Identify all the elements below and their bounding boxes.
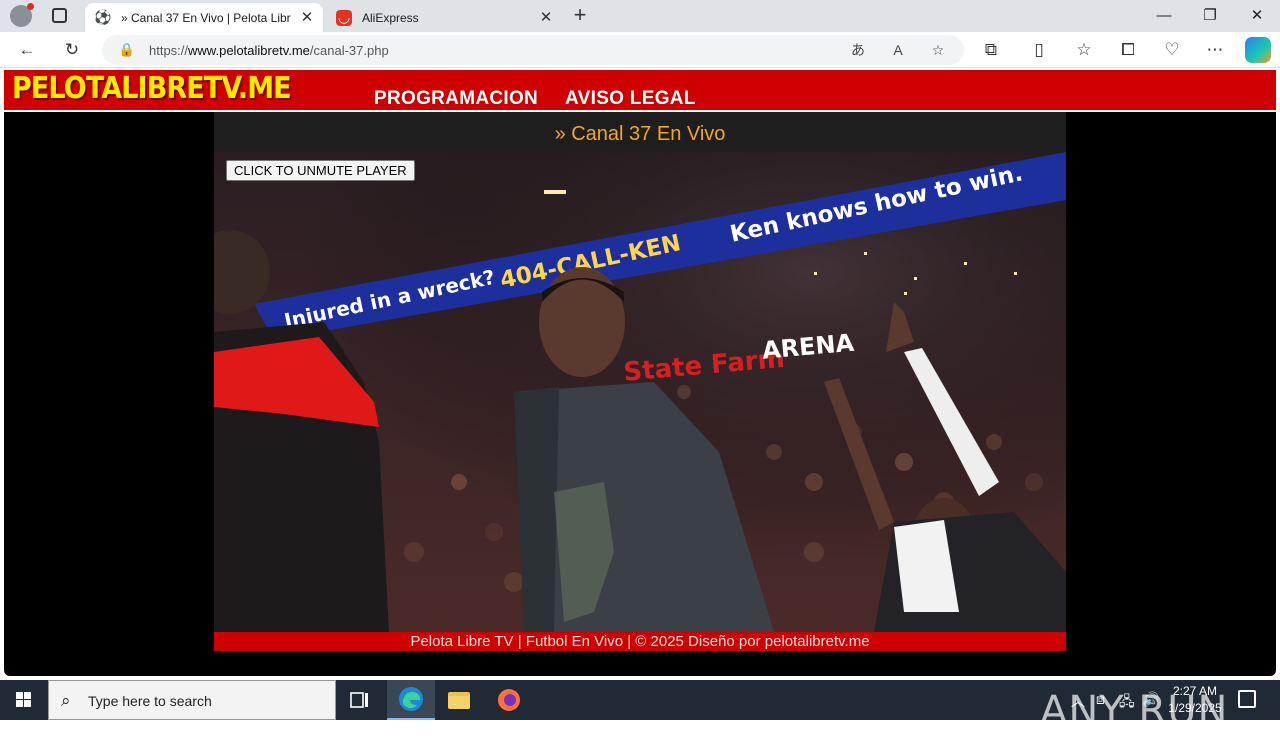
new-tab-button[interactable]: +: [570, 4, 590, 26]
url-host: www.pelotalibretv.me: [188, 43, 310, 58]
browser-toolbar: ← ↻ 🔒 https://www.pelotalibretv.me/canal…: [0, 32, 1280, 68]
video-frame: Injured in a wreck? 404-CALL-KEN Ken kno…: [214, 152, 1066, 632]
tab-actions-icon[interactable]: [52, 8, 67, 23]
edge-icon: [399, 687, 423, 711]
folder-icon: [448, 692, 470, 709]
soccer-ball-icon: ⚽: [94, 9, 112, 25]
taskbar-file-explorer[interactable]: [435, 680, 483, 720]
translate-icon[interactable]: あ: [848, 41, 868, 59]
address-bar[interactable]: 🔒 https://www.pelotalibretv.me/canal-37.…: [102, 35, 964, 65]
back-button[interactable]: ←: [15, 38, 39, 62]
browser-tab-strip: ⚽ » Canal 37 En Vivo | Pelota Libre TV ✕…: [0, 0, 1280, 32]
windows-logo-icon: [16, 692, 31, 707]
close-tab-icon[interactable]: ✕: [299, 9, 315, 26]
firefox-icon: [498, 689, 520, 711]
channel-title: » Canal 37 En Vivo: [214, 112, 1066, 152]
task-view-button[interactable]: [336, 680, 384, 720]
url-scheme: https://: [149, 43, 189, 58]
nav-link-aviso-legal[interactable]: AVISO LEGAL: [565, 88, 696, 110]
site-nav: PROGRAMACION AVISO LEGAL: [374, 88, 696, 110]
close-tab-icon[interactable]: ✕: [538, 9, 554, 26]
copilot-icon[interactable]: [1245, 37, 1271, 63]
favorite-star-icon[interactable]: ☆: [928, 41, 948, 59]
notification-center-icon[interactable]: [1238, 690, 1256, 708]
restore-button[interactable]: ❐: [1187, 0, 1233, 32]
refresh-button[interactable]: ↻: [60, 38, 84, 62]
tab-title: » Canal 37 En Vivo | Pelota Libre TV: [121, 10, 291, 25]
taskbar-search-box[interactable]: ⌕ Type here to search: [48, 680, 336, 720]
anyrun-logo-text: ANY RUN: [1040, 688, 1228, 734]
aliexpress-icon: ◡: [336, 9, 352, 26]
taskbar-edge[interactable]: [387, 680, 435, 720]
close-window-button[interactable]: ✕: [1234, 0, 1280, 32]
settings-more-icon[interactable]: ⋯: [1203, 38, 1227, 62]
site-header: PELOTALIBRETV.ME PROGRAMACION AVISO LEGA…: [4, 70, 1276, 110]
start-button[interactable]: [0, 680, 48, 720]
tab-canal-37[interactable]: ⚽ » Canal 37 En Vivo | Pelota Libre TV ✕: [85, 3, 323, 32]
site-footer: Pelota Libre TV | Futbol En Vivo | © 202…: [214, 632, 1066, 651]
search-icon: ⌕: [61, 691, 71, 710]
unmute-player-button[interactable]: CLICK TO UNMUTE PLAYER: [226, 160, 415, 181]
minimize-button[interactable]: —: [1141, 0, 1187, 32]
site-logo[interactable]: PELOTALIBRETV.ME: [12, 71, 292, 106]
task-view-icon: [350, 692, 368, 708]
favorites-icon[interactable]: ☆: [1072, 38, 1096, 62]
lock-icon[interactable]: 🔒: [118, 41, 136, 59]
read-aloud-icon[interactable]: A: [888, 41, 908, 59]
search-placeholder: Type here to search: [88, 693, 212, 709]
collections-icon[interactable]: ⧠: [1116, 38, 1140, 62]
nav-link-programacion[interactable]: PROGRAMACION: [374, 88, 538, 110]
anyrun-watermark: ANY RUN: [1040, 676, 1230, 742]
extensions-icon[interactable]: ⧉: [979, 38, 1003, 62]
profile-avatar-icon[interactable]: [10, 3, 34, 27]
split-screen-icon[interactable]: ▯: [1027, 38, 1051, 62]
url-path: /canal-37.php: [309, 43, 389, 58]
tab-aliexpress[interactable]: ◡ AliExpress ✕: [326, 3, 562, 32]
taskbar-firefox[interactable]: [485, 680, 533, 720]
video-player[interactable]: CLICK TO UNMUTE PLAYER Injured in a wrec…: [214, 152, 1066, 632]
web-page: PELOTALIBRETV.ME PROGRAMACION AVISO LEGA…: [0, 68, 1280, 734]
player-stage: » Canal 37 En Vivo CLICK TO UNMUTE PLAYE…: [4, 112, 1276, 676]
tab-title: AliExpress: [362, 10, 419, 25]
anyrun-logo: ANY RUN: [1040, 688, 1228, 734]
url-text[interactable]: https://www.pelotalibretv.me/canal-37.ph…: [149, 43, 389, 58]
browser-essentials-icon[interactable]: ♡: [1160, 38, 1184, 62]
